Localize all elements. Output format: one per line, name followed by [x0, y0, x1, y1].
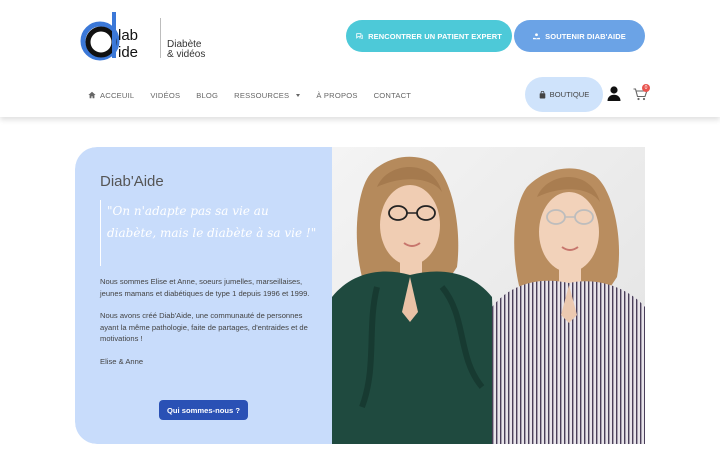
hero-quote-text: "On n'adapte pas sa vie au diabète, mais…	[107, 204, 317, 240]
nav-label-a-propos: À PROPOS	[316, 90, 358, 100]
svg-text:ide: ide	[118, 44, 138, 61]
nav-label-ressources: RESSOURCES	[234, 90, 290, 100]
nav-item-videos[interactable]: VIDÉOS	[150, 91, 180, 100]
hand-heart-icon	[533, 32, 541, 39]
cart-count: 0	[644, 85, 648, 91]
user-account-icon[interactable]	[607, 86, 621, 101]
who-are-we-button[interactable]: Qui sommes-nous ?	[159, 400, 248, 420]
nav-item-blog[interactable]: BLOG	[196, 91, 218, 100]
who-are-we-label: Qui sommes-nous ?	[167, 405, 240, 415]
nav-item-contact[interactable]: CONTACT	[374, 91, 412, 100]
hero-title: Diab'Aide	[100, 173, 164, 190]
caret-down-icon	[296, 93, 301, 97]
tagline-line-2: & vidéos	[167, 49, 206, 60]
home-icon	[88, 91, 96, 99]
nav-item-ressources[interactable]: RESSOURCES	[234, 90, 301, 100]
hero-quote: "On n'adapte pas sa vie au diabète, mais…	[100, 200, 320, 266]
shop-label: BOUTIQUE	[549, 90, 590, 99]
svg-text:lab: lab	[118, 27, 138, 44]
logo-divider	[160, 18, 161, 58]
nav-item-a-propos[interactable]: À PROPOS	[316, 91, 357, 100]
about-signature: Elise & Anne	[100, 356, 144, 366]
chat-icon	[356, 32, 363, 39]
hero-section: Diab'Aide "On n'adapte pas sa vie au dia…	[75, 147, 645, 444]
about-paragraph-2: Nous avons créé Diab'Aide, une communaut…	[100, 311, 308, 344]
logo-tagline: Diabète & vidéos	[167, 40, 217, 60]
nav-label-videos: VIDÉOS	[150, 90, 181, 100]
nav-item-accueil[interactable]: ACCEUIL	[88, 91, 134, 100]
cart-count-badge: 0	[642, 84, 650, 92]
nav-label-blog: BLOG	[196, 90, 219, 100]
meet-expert-label: RENCONTRER UN PATIENT EXPERT	[368, 31, 502, 41]
founders-photo	[332, 147, 645, 444]
shop-button[interactable]: BOUTIQUE	[525, 77, 603, 112]
meet-expert-button[interactable]: RENCONTRER UN PATIENT EXPERT	[346, 20, 512, 52]
support-label: SOUTENIR DIAB'AIDE	[545, 31, 626, 41]
site-header: lab ide Diabète & vidéos RENCONTRER UN P…	[0, 0, 720, 117]
main-nav: ACCEUIL VIDÉOS BLOG RESSOURCES À PROPOS …	[88, 87, 411, 103]
nav-label-contact: CONTACT	[373, 90, 412, 100]
about-text: Nous sommes Elise et Anne, soeurs jumell…	[100, 276, 312, 368]
diabaide-logo-icon: lab ide	[80, 12, 138, 61]
support-button[interactable]: SOUTENIR DIAB'AIDE	[514, 20, 645, 52]
hero-text-panel: Diab'Aide "On n'adapte pas sa vie au dia…	[75, 147, 332, 444]
nav-label-accueil: ACCEUIL	[100, 90, 135, 100]
about-paragraph-1: Nous sommes Elise et Anne, soeurs jumell…	[100, 277, 310, 298]
shopping-bag-icon	[539, 90, 545, 98]
